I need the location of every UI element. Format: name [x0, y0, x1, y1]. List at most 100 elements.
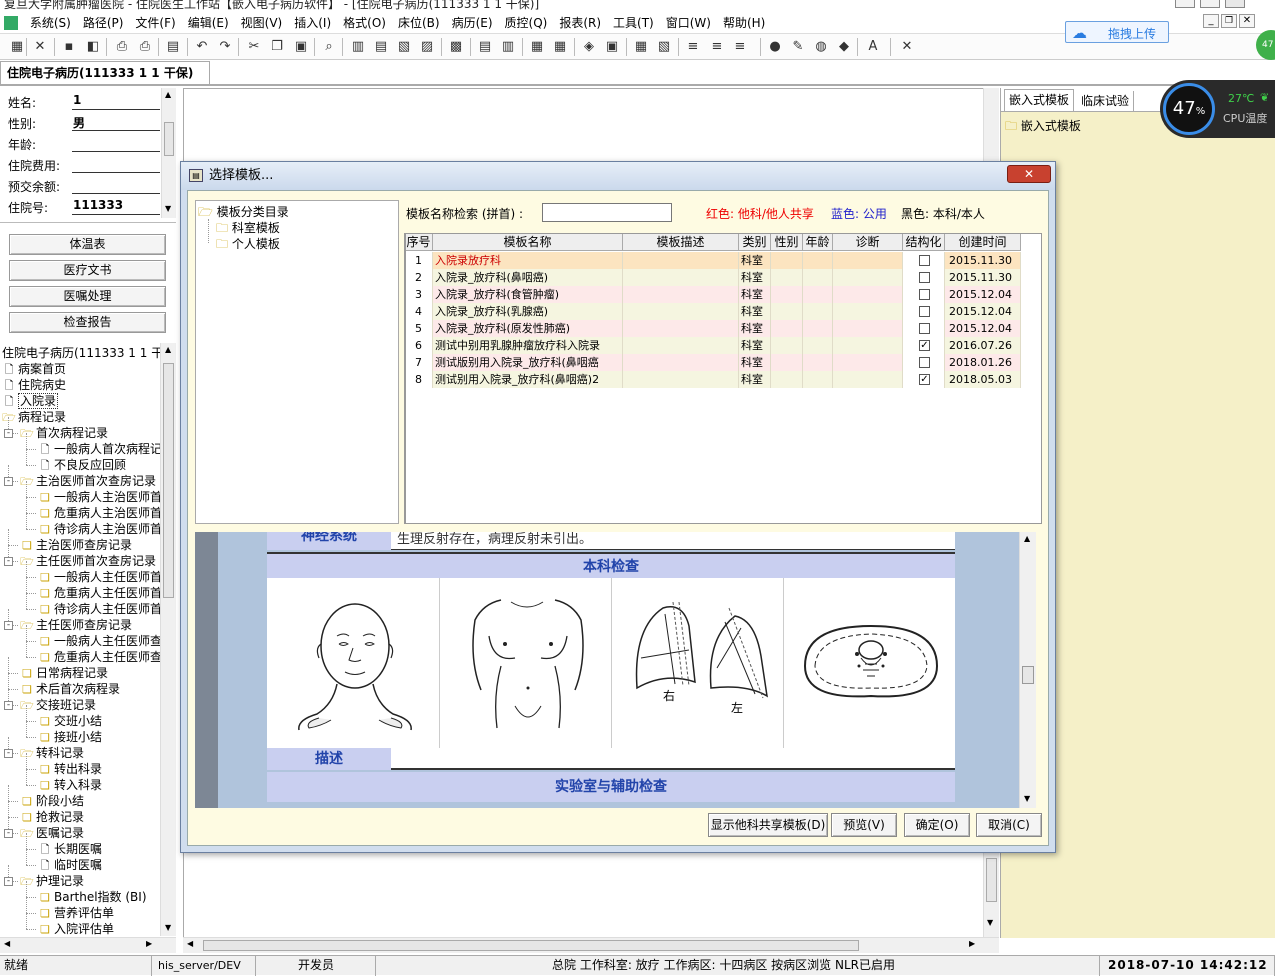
- editor-hscrollbar[interactable]: ◀ ▶: [183, 937, 999, 953]
- save-icon[interactable]: ▪: [60, 38, 78, 56]
- structured-checkbox[interactable]: [919, 272, 930, 283]
- scroll-thumb[interactable]: [203, 940, 859, 951]
- side-button[interactable]: 检查报告: [9, 312, 166, 333]
- grid-header[interactable]: 类别: [739, 234, 771, 251]
- tree-collapse-icon[interactable]: -: [4, 701, 13, 710]
- tree-node[interactable]: ❏ 待诊病人主任医师首: [38, 601, 160, 617]
- tab-embedded-template[interactable]: 嵌入式模板: [1004, 89, 1075, 111]
- align-right-icon[interactable]: ≡: [731, 38, 749, 56]
- new-doc-icon[interactable]: ▦: [8, 38, 26, 56]
- grid-row[interactable]: 5 入院录_放疗科(原发性肺癌) 科室 2015.12.04: [405, 320, 1025, 337]
- tool3-icon[interactable]: ▧: [395, 38, 413, 56]
- side-button[interactable]: 医嘱处理: [9, 286, 166, 307]
- tree-collapse-icon[interactable]: -: [4, 429, 13, 438]
- scroll-right-icon[interactable]: ▶: [146, 939, 152, 948]
- tree-node[interactable]: 🗁 转科记录: [20, 745, 84, 761]
- tree-node[interactable]: ❏ 危重病人主任医师首: [38, 585, 160, 601]
- preview-vscrollbar[interactable]: ▲ ▼: [1019, 532, 1036, 808]
- tool7-icon[interactable]: ▥: [499, 38, 517, 56]
- scroll-down-icon[interactable]: ▼: [165, 204, 171, 213]
- tree-node[interactable]: ❏ 危重病人主治医师首: [38, 505, 160, 521]
- tree-node[interactable]: 🗋 长期医嘱: [38, 841, 102, 857]
- grid-header[interactable]: 模板名称: [433, 234, 623, 251]
- page-setup-icon[interactable]: ▤: [164, 38, 182, 56]
- grid-header[interactable]: 性别: [771, 234, 803, 251]
- structured-checkbox[interactable]: [919, 255, 930, 266]
- tree-node[interactable]: 🗋 不良反应回顾: [38, 457, 126, 473]
- tree-node[interactable]: 🗁 病程记录: [2, 409, 66, 425]
- tool6-icon[interactable]: ▤: [476, 38, 494, 56]
- tree-node[interactable]: 🗋 病案首页: [2, 361, 66, 377]
- grid-header[interactable]: 年龄: [803, 234, 833, 251]
- menu-item[interactable]: 工具(T): [607, 12, 660, 34]
- tree-node[interactable]: ❏ 入院评估单: [38, 921, 114, 936]
- scroll-thumb[interactable]: [1022, 666, 1034, 684]
- tree-node[interactable]: ❏ 术后首次病程录: [20, 681, 120, 697]
- menu-item[interactable]: 帮助(H): [717, 12, 771, 34]
- print-preview-icon[interactable]: ⎙: [136, 38, 154, 56]
- tree-collapse-icon[interactable]: -: [4, 829, 13, 838]
- menu-item[interactable]: 插入(I): [288, 12, 337, 34]
- tree-node[interactable]: 🗁 交接班记录: [20, 697, 96, 713]
- tree-node[interactable]: ❏ 转入科录: [38, 777, 102, 793]
- tree-collapse-icon[interactable]: -: [4, 621, 13, 630]
- tree-collapse-icon[interactable]: -: [4, 877, 13, 886]
- grid-header[interactable]: 模板描述: [623, 234, 739, 251]
- scroll-left-icon[interactable]: ◀: [187, 939, 193, 948]
- paste-icon[interactable]: ▣: [292, 38, 310, 56]
- tree-node[interactable]: 🗁 首次病程记录: [20, 425, 108, 441]
- menu-item[interactable]: 格式(O): [337, 12, 392, 34]
- scroll-up-icon[interactable]: ▲: [165, 90, 171, 99]
- grid-header[interactable]: 序号: [405, 234, 433, 251]
- menu-item[interactable]: 视图(V): [235, 12, 289, 34]
- tree-node[interactable]: ❏ 阶段小结: [20, 793, 84, 809]
- structured-checkbox[interactable]: ✓: [919, 374, 930, 385]
- tree-node[interactable]: ❏ 一般病人主任医师首: [38, 569, 160, 585]
- tree-node[interactable]: 🗁 主任医师首次查房记录: [20, 553, 156, 569]
- tool12-icon[interactable]: ●: [766, 38, 784, 56]
- menu-item[interactable]: 床位(B): [392, 12, 446, 34]
- tree-node[interactable]: ❏ 一般病人主任医师查: [38, 633, 160, 649]
- tree-collapse-icon[interactable]: -: [4, 749, 13, 758]
- tool1-icon[interactable]: ▥: [349, 38, 367, 56]
- tree-node[interactable]: ❏ 营养评估单: [38, 905, 114, 921]
- scroll-right-icon[interactable]: ▶: [969, 939, 975, 948]
- align-left-icon[interactable]: ≡: [684, 38, 702, 56]
- tree-node[interactable]: ❏ 抢救记录: [20, 809, 84, 825]
- document-tab[interactable]: 住院电子病历(111333 1 1 干保): [0, 61, 210, 85]
- patient-scrollbar[interactable]: ▲ ▼: [161, 88, 176, 218]
- grid-row[interactable]: 1 入院录放疗科 科室 2015.11.30: [405, 252, 1025, 269]
- tree-hscrollbar[interactable]: ◀ ▶: [0, 937, 176, 953]
- tree-node[interactable]: ❏ 一般病人主治医师首: [38, 489, 160, 505]
- find-icon[interactable]: ⌕: [320, 38, 338, 56]
- tree-node[interactable]: 🗋 一般病人首次病程记: [38, 441, 160, 457]
- grid-header[interactable]: 诊断: [833, 234, 903, 251]
- tree-node[interactable]: ❏ 接班小结: [38, 729, 102, 745]
- cut-icon[interactable]: ✂: [245, 38, 263, 56]
- redo-icon[interactable]: ↷: [216, 38, 234, 56]
- menu-item[interactable]: 报表(R): [553, 12, 607, 34]
- tool9-icon[interactable]: ▣: [603, 38, 621, 56]
- print-icon[interactable]: ⎙: [113, 38, 131, 56]
- close-doc-icon[interactable]: ✕: [898, 38, 916, 56]
- tree-vscrollbar[interactable]: ▲ ▼: [160, 343, 176, 936]
- structured-checkbox[interactable]: [919, 289, 930, 300]
- minimize-button[interactable]: [1175, 0, 1195, 8]
- structured-checkbox[interactable]: [919, 357, 930, 368]
- tree-node[interactable]: ❏ 待诊病人主治医师首: [38, 521, 160, 537]
- structured-checkbox[interactable]: [919, 306, 930, 317]
- tool4-icon[interactable]: ▨: [418, 38, 436, 56]
- grid-row[interactable]: 8 测试别用入院录_放疗科(鼻咽癌)2 科室 ✓ 2018.05.03: [405, 371, 1025, 388]
- menu-item[interactable]: 文件(F): [129, 12, 181, 34]
- show-shared-templates-button[interactable]: 显示他科共享模板(D): [708, 813, 828, 837]
- mdi-close-button[interactable]: ✕: [1239, 14, 1255, 28]
- grid-row[interactable]: 2 入院录_放疗科(鼻咽癌) 科室 2015.11.30: [405, 269, 1025, 286]
- scroll-thumb[interactable]: [163, 363, 174, 598]
- font-icon[interactable]: A: [864, 38, 882, 56]
- tool5-icon[interactable]: ▩: [447, 38, 465, 56]
- grid-row[interactable]: 6 测试中别用乳腺肿瘤放疗科入院录 科室 ✓ 2016.07.26: [405, 337, 1025, 354]
- align-center-icon[interactable]: ≡: [708, 38, 726, 56]
- scroll-left-icon[interactable]: ◀: [4, 939, 10, 948]
- search-input[interactable]: [542, 203, 672, 222]
- tree-node[interactable]: ❏ 主治医师查房记录: [20, 537, 132, 553]
